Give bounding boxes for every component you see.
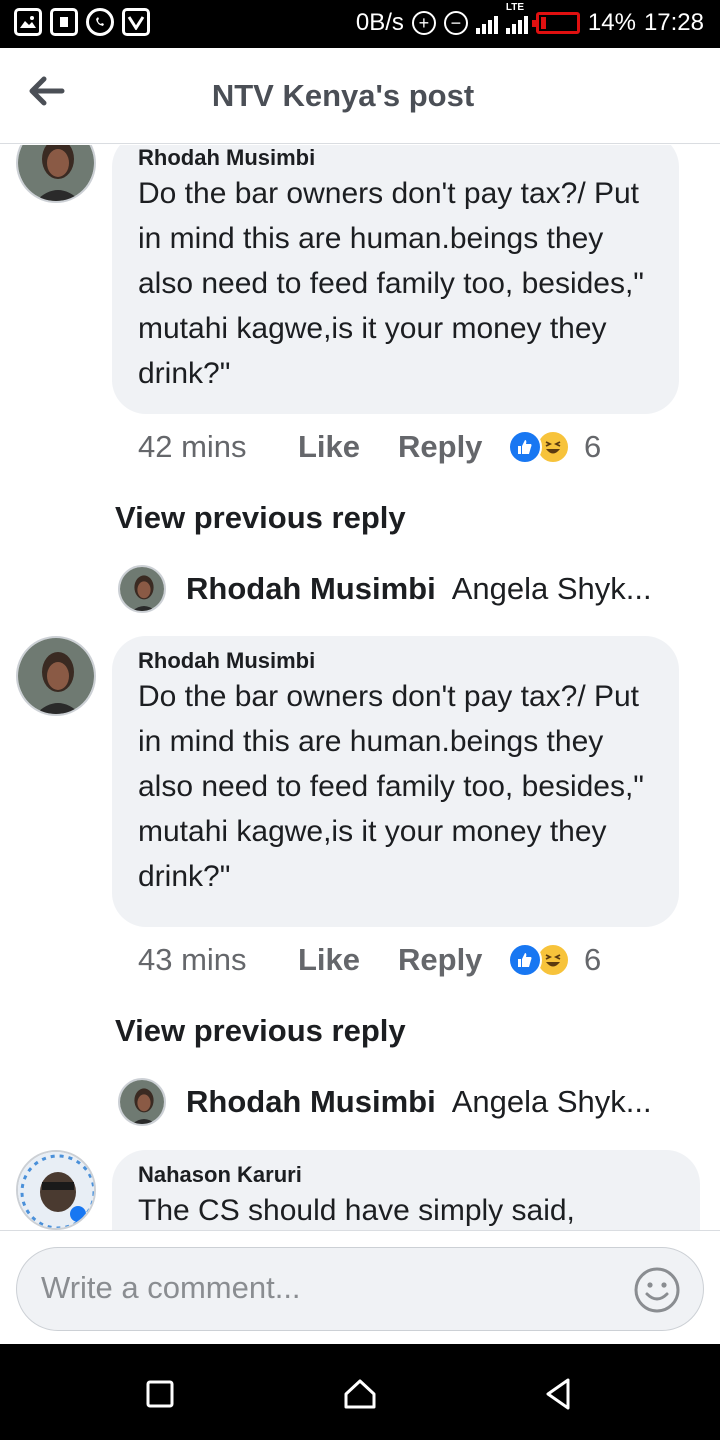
clock: 17:28 xyxy=(643,9,704,36)
comment-actions: 42 mins Like Reply 6 xyxy=(138,429,601,465)
reactions[interactable]: 6 xyxy=(508,429,601,465)
whatsapp-icon xyxy=(86,8,114,36)
reply-text: Angela Shyk... xyxy=(451,571,652,606)
avatar[interactable] xyxy=(118,1078,166,1126)
reaction-count: 6 xyxy=(584,429,602,464)
comment-input-placeholder: Write a comment... xyxy=(41,1270,301,1305)
reply-button[interactable]: Reply xyxy=(398,942,508,978)
comment-composer-bar: Write a comment... xyxy=(0,1230,720,1344)
avatar[interactable] xyxy=(118,565,166,613)
comment-time: 42 mins xyxy=(138,429,247,464)
battery-icon xyxy=(531,12,580,34)
comment-bubble[interactable]: Nahason Karuri The CS should have simply… xyxy=(112,1150,700,1230)
avatar[interactable] xyxy=(16,1150,96,1230)
vpn-icon xyxy=(122,8,150,36)
reply-author: Rhodah Musimbi xyxy=(186,571,436,606)
do-not-disturb-icon: − xyxy=(443,11,468,35)
signal-icon xyxy=(475,12,498,34)
comment-author[interactable]: Rhodah Musimbi xyxy=(138,145,653,171)
comment-bubble[interactable]: Rhodah Musimbi Do the bar owners don't p… xyxy=(112,636,679,927)
comment-actions: 43 mins Like Reply 6 xyxy=(138,942,601,978)
data-saver-icon: + xyxy=(411,11,436,35)
reply-preview[interactable]: Rhodah Musimbi Angela Shyk... xyxy=(118,565,678,613)
battery-level: 14% xyxy=(587,9,636,36)
reaction-count: 6 xyxy=(584,942,602,977)
system-indicators: 0B/s + − LTE 14% 17:28 xyxy=(355,2,704,37)
avatar[interactable] xyxy=(16,145,96,203)
like-reaction-icon xyxy=(508,430,542,464)
comment-text: Do the bar owners don't pay tax?/ Put in… xyxy=(138,680,644,893)
comment-text: Do the bar owners don't pay tax?/ Put in… xyxy=(138,177,644,390)
view-previous-reply-link[interactable]: View previous reply xyxy=(115,1013,406,1049)
reply-button[interactable]: Reply xyxy=(398,429,508,465)
comments-list[interactable]: Rhodah Musimbi Do the bar owners don't p… xyxy=(0,145,720,1230)
system-nav-bar xyxy=(0,1344,720,1440)
comment-author[interactable]: Nahason Karuri xyxy=(138,1162,674,1188)
gallery-icon xyxy=(14,8,42,36)
smiley-icon[interactable] xyxy=(633,1266,681,1314)
like-reaction-icon xyxy=(508,943,542,977)
view-previous-reply-link[interactable]: View previous reply xyxy=(115,500,406,536)
reactions[interactable]: 6 xyxy=(508,942,601,978)
back-triangle-icon[interactable] xyxy=(538,1374,578,1414)
comment-author[interactable]: Rhodah Musimbi xyxy=(138,648,653,674)
status-bar: 0B/s + − LTE 14% 17:28 xyxy=(0,0,720,48)
notification-icons xyxy=(14,8,150,36)
comment-time: 43 mins xyxy=(138,942,247,977)
page-title: NTV Kenya's post xyxy=(211,78,475,113)
net-speed: 0B/s xyxy=(355,9,404,36)
home-icon[interactable] xyxy=(340,1374,380,1414)
comment-text: The CS should have simply said, xyxy=(138,1194,575,1227)
comment-input[interactable]: Write a comment... xyxy=(16,1247,704,1331)
reply-text: Angela Shyk... xyxy=(451,1084,652,1119)
reply-author: Rhodah Musimbi xyxy=(186,1084,436,1119)
reply-preview[interactable]: Rhodah Musimbi Angela Shyk... xyxy=(118,1078,678,1126)
lte-signal-icon: LTE xyxy=(505,2,528,34)
sim-icon xyxy=(50,8,78,36)
like-button[interactable]: Like xyxy=(298,429,398,465)
recents-icon[interactable] xyxy=(140,1374,180,1414)
top-bar: NTV Kenya's post xyxy=(0,48,720,144)
avatar[interactable] xyxy=(16,636,96,716)
comment-bubble[interactable]: Rhodah Musimbi Do the bar owners don't p… xyxy=(112,145,679,414)
like-button[interactable]: Like xyxy=(298,942,398,978)
